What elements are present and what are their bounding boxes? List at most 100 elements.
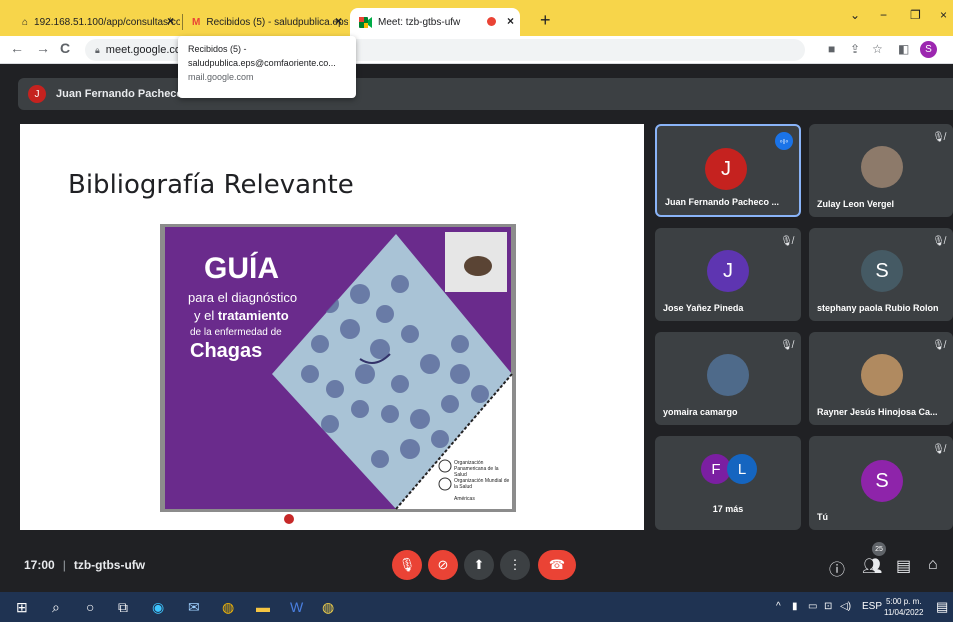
leave-call-button[interactable]: ☎	[538, 550, 576, 580]
recording-icon	[487, 17, 496, 26]
tab-meet[interactable]: Meet: tzb-gtbs-ufw ×	[350, 8, 520, 36]
network-icon: ⊡	[824, 601, 833, 612]
avatar: J	[28, 85, 46, 103]
mic-off-icon: 🎙︎	[398, 557, 416, 572]
close-window-button[interactable]: ×	[940, 8, 947, 22]
book-line: Chagas	[190, 340, 263, 362]
minimize-button[interactable]: −	[880, 8, 887, 22]
more-vert-icon: ⋮	[508, 557, 522, 572]
notifications-icon[interactable]: ▤	[936, 599, 948, 615]
back-icon[interactable]: ←	[10, 40, 24, 56]
participant-tile[interactable]: J 🎙︎̸ Jose Yañez Pineda	[655, 228, 801, 321]
camera-off-icon: ⊘	[437, 557, 449, 572]
participant-count-badge: 25	[872, 542, 886, 556]
more-participants-tile[interactable]: F L 17 más	[655, 436, 801, 530]
participant-name: Juan Fernando Pacheco ...	[665, 197, 780, 207]
language-indicator[interactable]: ESP	[862, 601, 882, 612]
volume-icon: ◁)	[840, 601, 852, 612]
org-logo: Organización Panamericana de la Salud	[454, 460, 499, 478]
reload-icon[interactable]: C	[60, 40, 70, 56]
camera-icon[interactable]: ■	[828, 42, 835, 56]
avatar: L	[727, 454, 757, 484]
windows-start-icon[interactable]: ⊞	[16, 599, 28, 616]
mic-toggle-button[interactable]: 🎙︎	[392, 550, 422, 580]
avatar: J	[705, 148, 747, 190]
meeting-code: tzb-gtbs-ufw	[73, 558, 146, 572]
restore-button[interactable]: ❐	[910, 8, 921, 22]
chrome-profile-icon[interactable]: ◍	[322, 599, 334, 616]
book-cover-image: GUÍA para el diagnóstico y el tratamient…	[160, 224, 516, 512]
tab-title: Meet: tzb-gtbs-ufw	[378, 16, 461, 28]
profile-avatar[interactable]: S	[920, 41, 937, 58]
cortana-icon[interactable]: ○	[86, 599, 94, 615]
chat-icon[interactable]: ▤	[896, 556, 911, 576]
more-count: 17 más	[712, 504, 744, 514]
share-icon[interactable]: ⇪	[850, 42, 860, 56]
meeting-info: 17:00 | tzb-gtbs-ufw	[24, 558, 145, 572]
meeting-control-bar: 17:00 | tzb-gtbs-ufw 🎙︎ ⊘ ⬆ ⋮ ☎ ⓘ 👥︎ 25 ▤ …	[0, 538, 953, 592]
people-icon[interactable]: 👥︎	[862, 556, 882, 576]
edge-icon[interactable]: ◉	[152, 599, 164, 616]
participant-tile[interactable]: 🎙︎̸ Rayner Jesús Hinojosa Ca...	[809, 332, 953, 425]
file-explorer-icon[interactable]: ▬	[256, 599, 270, 615]
chrome-icon[interactable]: ◍	[222, 599, 234, 616]
tab-consultas[interactable]: ⌂ 192.168.51.100/app/consultas/co ×	[14, 8, 180, 36]
close-icon[interactable]: ×	[167, 14, 174, 28]
participant-tile[interactable]: 🎙︎̸ Zulay Leon Vergel	[809, 124, 953, 217]
activities-icon[interactable]: ⌂	[928, 556, 938, 574]
new-tab-button[interactable]: +	[540, 10, 551, 31]
close-icon[interactable]: ×	[507, 14, 514, 28]
avatar: S	[861, 250, 903, 292]
tab-hover-card: Recibidos (5) - saludpublica.eps@comfaor…	[178, 36, 356, 98]
presenter-bar: J Juan Fernando Pacheco N	[18, 78, 953, 110]
url-text: meet.google.co	[105, 44, 182, 56]
mail-icon[interactable]: ✉	[188, 599, 200, 616]
book-heading: GUÍA	[204, 252, 279, 285]
book-line: de la enfermedad de	[190, 327, 282, 338]
present-icon: ⬆	[473, 557, 485, 572]
hang-up-icon: ☎	[548, 557, 566, 572]
chevron-up-icon[interactable]: ^	[776, 601, 781, 612]
presentation-slide: Bibliografía Relevante GUÍA para el diag…	[20, 124, 644, 530]
participant-name: Jose Yañez Pineda	[663, 303, 744, 313]
sidepanel-icon[interactable]: ◧	[898, 42, 909, 56]
mic-off-icon: 🎙︎̸	[780, 236, 793, 247]
divider: |	[62, 558, 66, 572]
chevron-down-icon[interactable]: ⌄	[850, 8, 860, 22]
mic-off-icon: 🎙︎̸	[780, 340, 793, 351]
close-icon[interactable]: ×	[335, 14, 342, 28]
cursor-pointer-icon	[284, 514, 294, 524]
page-icon: ⌂	[22, 16, 29, 28]
forward-icon[interactable]: →	[36, 40, 50, 56]
avatar-photo	[707, 354, 749, 396]
clock-date: 11/04/2022	[884, 608, 924, 617]
tray-mic-icon: ▮	[792, 601, 798, 612]
meet-icon	[358, 15, 372, 29]
participant-tile[interactable]: 🎙︎̸ yomaira camargo	[655, 332, 801, 425]
info-icon[interactable]: ⓘ	[829, 556, 845, 580]
meeting-time: 17:00	[24, 558, 55, 572]
tab-gmail[interactable]: M Recibidos (5) - saludpublica.eps ×	[184, 8, 348, 36]
participant-tile[interactable]: S 🎙︎̸ stephany paola Rubio Rolon	[809, 228, 953, 321]
star-icon[interactable]: ☆	[872, 42, 883, 56]
search-icon[interactable]: ⌕	[52, 599, 60, 616]
hover-card-title: Recibidos (5) -	[188, 44, 247, 54]
gmail-icon: M	[192, 16, 201, 28]
avatar: J	[707, 250, 749, 292]
self-tile[interactable]: S 🎙︎̸ Tú	[809, 436, 953, 530]
task-view-icon[interactable]: ⧉	[118, 599, 128, 616]
slide-title: Bibliografía Relevante	[68, 170, 354, 200]
taskbar-clock[interactable]: 5:00 p. m. 11/04/2022	[884, 596, 923, 618]
word-icon[interactable]: W	[290, 599, 303, 615]
participant-tile[interactable]: J ◦ı◦ Juan Fernando Pacheco ...	[655, 124, 801, 217]
mic-off-icon: 🎙︎̸	[932, 340, 945, 351]
clock-time: 5:00 p. m.	[885, 597, 922, 606]
participant-name: Zulay Leon Vergel	[817, 199, 895, 209]
more-options-button[interactable]: ⋮	[500, 550, 530, 580]
present-button[interactable]: ⬆	[464, 550, 494, 580]
tab-title: 192.168.51.100/app/consultas/co	[34, 16, 180, 28]
participant-name: Tú	[817, 512, 828, 522]
camera-toggle-button[interactable]: ⊘	[428, 550, 458, 580]
book-line: y el tratamiento	[194, 308, 289, 323]
presenter-name: Juan Fernando Pacheco N	[56, 88, 195, 100]
